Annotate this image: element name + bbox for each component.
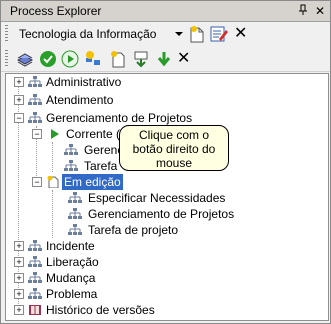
process-tree-icon — [28, 272, 42, 283]
close-icon[interactable]: ✕ — [313, 4, 327, 18]
process-tree-icon — [28, 288, 42, 299]
expand-toggle[interactable]: + — [14, 241, 24, 251]
tree-item-label: Gerenciamento de Projetos — [88, 207, 235, 221]
tooltip-line: botão direito do — [132, 142, 216, 156]
process-tree-icon — [64, 144, 78, 155]
tree-item-label: Incidente — [46, 239, 95, 253]
delete-icon[interactable]: ✕ — [177, 50, 195, 68]
process-tree-icon — [64, 160, 78, 171]
tree-item-label: Histórico de versões — [46, 303, 155, 317]
expand-toggle[interactable]: + — [14, 305, 24, 315]
tree-item-label: Gerenc — [84, 143, 124, 157]
tree-item-label: Especificar Necessidades — [88, 191, 226, 205]
panel-titlebar: Process Explorer ✕ — [1, 1, 330, 22]
tree-item-label: Administrativo — [46, 75, 122, 89]
tree-item[interactable]: Tarefa de projeto — [6, 222, 326, 238]
tree-item[interactable]: Gerenciamento de Projetos — [6, 206, 326, 222]
tree-item-label: Atendimento — [46, 93, 114, 107]
collapse-toggle[interactable]: − — [32, 129, 42, 139]
expand-toggle[interactable]: + — [14, 257, 24, 267]
collapse-toggle[interactable]: − — [14, 113, 24, 123]
tree-item[interactable]: + Mudança — [6, 270, 326, 286]
process-tree-icon — [68, 208, 82, 219]
book-icon — [29, 305, 41, 315]
process-tree-icon — [68, 224, 82, 235]
process-tree-icon — [28, 256, 42, 267]
books-icon[interactable] — [16, 50, 34, 68]
new-document-icon — [47, 176, 59, 188]
process-selector-bar: Tecnologia da Informação ✕ — [1, 22, 330, 46]
tooltip-line: Clique com o — [138, 128, 210, 142]
process-explorer-panel: Process Explorer ✕ Tecnologia da Informa… — [0, 0, 331, 324]
chevron-down-icon[interactable] — [175, 32, 183, 36]
tree-item[interactable]: + Incidente — [6, 238, 326, 254]
tree-item-label: Corrente (v — [66, 127, 127, 141]
process-tree: + Administrativo + Atendimento − Gerenci… — [5, 73, 329, 321]
tree-item-label: Tarefa de projeto — [88, 223, 179, 237]
tree-item[interactable]: + Atendimento — [6, 92, 326, 108]
tree-item[interactable]: + Liberação — [6, 254, 326, 270]
hint-tooltip: Clique com o botão direito do mouse — [119, 125, 229, 171]
tree-item-label: Problema — [46, 287, 98, 301]
process-tree-icon — [28, 94, 42, 105]
expand-toggle[interactable]: + — [14, 289, 24, 299]
tree-item[interactable]: + Problema — [6, 286, 326, 302]
remove-icon[interactable]: ✕ — [234, 25, 247, 43]
tree-item-label: Tarefa — [84, 159, 118, 173]
panel-title: Process Explorer — [10, 4, 102, 18]
new-process-icon[interactable] — [84, 50, 102, 68]
process-tree-icon — [68, 192, 82, 203]
tree-item-label: Liberação — [46, 255, 99, 269]
expand-toggle[interactable]: + — [14, 77, 24, 87]
tree-item[interactable]: Especificar Necessidades — [6, 190, 326, 206]
process-tree-icon — [28, 240, 42, 251]
tree-item-label: Mudança — [46, 271, 96, 285]
check-circle-icon[interactable] — [39, 50, 57, 68]
tree-item[interactable]: + Administrativo — [6, 74, 326, 90]
edit-properties-icon[interactable] — [210, 25, 228, 46]
toolbar-gripper[interactable] — [5, 50, 8, 68]
play-icon — [51, 129, 59, 139]
process-tree-icon — [28, 76, 42, 87]
tree-item[interactable]: + Histórico de versões — [6, 302, 326, 318]
tree-item-label: Em edição — [62, 174, 123, 190]
toolbar-gripper[interactable] — [5, 25, 8, 43]
pin-icon[interactable] — [296, 4, 310, 18]
expand-toggle[interactable]: + — [14, 273, 24, 283]
new-item-icon[interactable] — [109, 50, 127, 68]
collapse-toggle[interactable]: − — [32, 177, 42, 187]
new-document-icon[interactable] — [189, 25, 205, 46]
play-icon[interactable] — [61, 50, 79, 68]
tree-item-label: Gerenciamento de Projetos — [46, 111, 193, 125]
tooltip-line: mouse — [155, 156, 193, 170]
process-selector[interactable]: Tecnologia da Informação — [19, 27, 156, 41]
process-toolbar: ✕ — [1, 47, 330, 72]
tree-item-selected[interactable]: − Em edição — [6, 174, 326, 190]
process-tree-icon — [28, 112, 42, 123]
expand-toggle[interactable]: + — [14, 95, 24, 105]
tree-item[interactable]: − Gerenciamento de Projetos — [6, 110, 326, 126]
move-down-green-icon[interactable] — [155, 50, 173, 68]
move-down-icon[interactable] — [132, 50, 150, 68]
